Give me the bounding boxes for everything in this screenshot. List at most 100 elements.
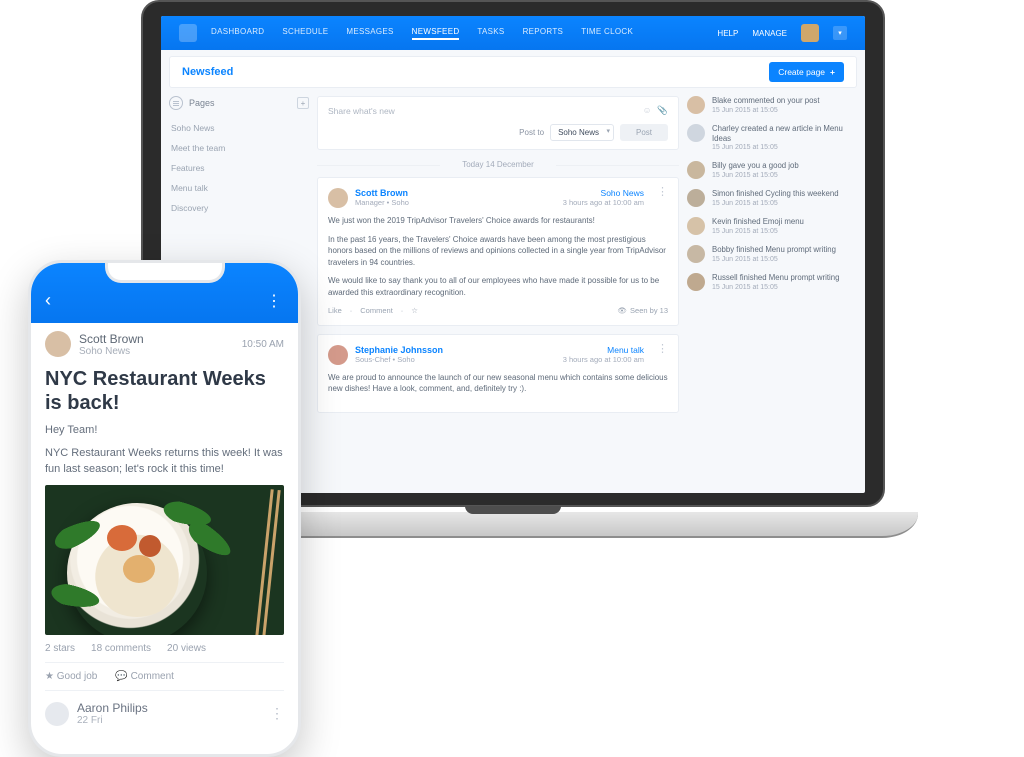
app-logo[interactable] xyxy=(179,24,197,42)
activity-time: 15 Jun 2015 at 15:05 xyxy=(712,172,799,179)
activity-time: 15 Jun 2015 at 15:05 xyxy=(712,107,819,114)
page-title: Newsfeed xyxy=(182,66,233,78)
author-role: Sous-Chef • Soho xyxy=(355,355,443,364)
post-page-link[interactable]: Menu talk xyxy=(563,345,644,355)
comment-button[interactable]: Comment xyxy=(360,306,393,315)
post-paragraph: NYC Restaurant Weeks returns this week! … xyxy=(45,446,284,477)
author-name[interactable]: Scott Brown xyxy=(79,332,144,346)
post-paragraph: In the past 16 years, the Travelers' Cho… xyxy=(328,234,668,269)
sidebar-item-menu-talk[interactable]: Menu talk xyxy=(169,178,309,198)
compose-box: Share what's new ☺ 📎 Post to Soho News P… xyxy=(317,96,679,150)
activity-item[interactable]: Bobby finished Menu prompt writing15 Jun… xyxy=(687,245,857,263)
activity-item[interactable]: Charley created a new article in Menu Id… xyxy=(687,124,857,151)
good-job-button[interactable]: ★ Good job xyxy=(45,671,97,682)
nav-items: DASHBOARD SCHEDULE MESSAGES NEWSFEED TAS… xyxy=(211,27,633,40)
activity-text: Blake commented on your post xyxy=(712,96,819,106)
like-button[interactable]: Like xyxy=(328,306,342,315)
nav-messages[interactable]: MESSAGES xyxy=(346,27,393,40)
compose-input[interactable]: Share what's new xyxy=(328,106,395,116)
nav-manage[interactable]: MANAGE xyxy=(752,29,787,38)
author-page: Soho News xyxy=(79,346,144,357)
activity-item[interactable]: Billy gave you a good job15 Jun 2015 at … xyxy=(687,161,857,179)
author-name[interactable]: Scott Brown xyxy=(355,188,409,198)
pages-label: Pages xyxy=(189,98,215,108)
feed-post: Scott Brown Manager • Soho Soho News 3 h… xyxy=(317,177,679,326)
mobile-menu-icon[interactable]: ⋮ xyxy=(266,291,284,311)
sidebar-item-meet-the-team[interactable]: Meet the team xyxy=(169,138,309,158)
date-separator: Today 14 December xyxy=(317,160,679,169)
comments-count[interactable]: 18 comments xyxy=(91,643,151,654)
phone-notch xyxy=(105,263,225,283)
author-avatar[interactable] xyxy=(328,188,348,208)
activity-text: Simon finished Cycling this weekend xyxy=(712,189,839,199)
activity-item[interactable]: Kevin finished Emoji menu15 Jun 2015 at … xyxy=(687,217,857,235)
nav-newsfeed[interactable]: NEWSFEED xyxy=(412,27,460,40)
activity-text: Billy gave you a good job xyxy=(712,161,799,171)
activity-item[interactable]: Blake commented on your post15 Jun 2015 … xyxy=(687,96,857,114)
sidebar-item-discovery[interactable]: Discovery xyxy=(169,198,309,218)
nav-schedule[interactable]: SCHEDULE xyxy=(282,27,328,40)
post-to-label: Post to xyxy=(519,128,544,137)
create-page-button[interactable]: Create page + xyxy=(769,62,844,82)
nav-tasks[interactable]: TASKS xyxy=(477,27,504,40)
create-page-label: Create page xyxy=(778,67,825,77)
item-menu-icon[interactable]: ⋮ xyxy=(270,705,284,722)
post-button[interactable]: Post xyxy=(620,124,668,141)
activity-text: Russell finished Menu prompt writing xyxy=(712,273,839,283)
stars-count[interactable]: 2 stars xyxy=(45,643,75,654)
post-time: 3 hours ago at 10:00 am xyxy=(563,198,644,207)
post-to-select[interactable]: Soho News xyxy=(550,124,614,141)
views-count: 20 views xyxy=(167,643,206,654)
back-icon[interactable]: ‹ xyxy=(45,290,51,311)
phone-mockup: ‹ ⋮ Scott Brown Soho News 10:50 AM NYC R… xyxy=(28,260,301,757)
pages-icon xyxy=(169,96,183,110)
page-header: Newsfeed Create page + xyxy=(169,56,857,88)
author-name[interactable]: Stephanie Johnsson xyxy=(355,345,443,355)
mobile-author-row: Scott Brown Soho News 10:50 AM xyxy=(45,331,284,357)
post-body: Hey Team! NYC Restaurant Weeks returns t… xyxy=(45,423,284,477)
activity-text: Charley created a new article in Menu Id… xyxy=(712,124,857,143)
user-menu-toggle[interactable]: ▾ xyxy=(833,26,847,40)
post-paragraph: We would like to say thank you to all of… xyxy=(328,275,668,298)
post-body: We are proud to announce the launch of o… xyxy=(328,372,668,395)
activity-time: 15 Jun 2015 at 15:05 xyxy=(712,200,839,207)
activity-time: 15 Jun 2015 at 15:05 xyxy=(712,256,836,263)
top-nav: DASHBOARD SCHEDULE MESSAGES NEWSFEED TAS… xyxy=(161,16,865,50)
post-image[interactable] xyxy=(45,485,284,635)
list-item[interactable]: Aaron Philips 22 Fri ⋮ xyxy=(45,691,284,726)
activity-item[interactable]: Russell finished Menu prompt writing15 J… xyxy=(687,273,857,291)
nav-dashboard[interactable]: DASHBOARD xyxy=(211,27,264,40)
activity-time: 15 Jun 2015 at 15:05 xyxy=(712,284,839,291)
post-title: NYC Restaurant Weeks is back! xyxy=(45,367,284,415)
post-menu-icon[interactable]: ⋮ xyxy=(657,188,668,196)
author-avatar[interactable] xyxy=(45,331,71,357)
author-role: Manager • Soho xyxy=(355,198,409,207)
activity-item[interactable]: Simon finished Cycling this weekend15 Ju… xyxy=(687,189,857,207)
emoji-icon[interactable]: ☺ xyxy=(643,105,652,116)
user-avatar[interactable] xyxy=(801,24,819,42)
post-actions: ★ Good job 💬 Comment xyxy=(45,662,284,691)
post-page-link[interactable]: Soho News xyxy=(563,188,644,198)
author-avatar[interactable] xyxy=(328,345,348,365)
author-avatar xyxy=(45,702,69,726)
sidebar-item-features[interactable]: Features xyxy=(169,158,309,178)
attachment-icon[interactable]: 📎 xyxy=(657,105,668,116)
author-name: Aaron Philips xyxy=(77,701,148,715)
star-icon[interactable]: ☆ xyxy=(411,306,418,315)
post-paragraph: We are proud to announce the launch of o… xyxy=(328,372,668,395)
seen-count: Seen by 13 xyxy=(630,306,668,315)
activity-text: Kevin finished Emoji menu xyxy=(712,217,804,227)
add-page-button[interactable]: + xyxy=(297,97,309,109)
sidebar-item-soho-news[interactable]: Soho News xyxy=(169,118,309,138)
nav-help[interactable]: HELP xyxy=(717,29,738,38)
nav-reports[interactable]: REPORTS xyxy=(523,27,564,40)
nav-right: HELP MANAGE ▾ xyxy=(717,24,847,42)
plus-icon: + xyxy=(830,67,835,77)
comment-button[interactable]: 💬 Comment xyxy=(115,671,174,682)
feed: Share what's new ☺ 📎 Post to Soho News P… xyxy=(317,96,679,493)
activity-feed: Blake commented on your post15 Jun 2015 … xyxy=(687,96,857,493)
post-paragraph: We just won the 2019 TripAdvisor Travele… xyxy=(328,215,668,227)
seen-by[interactable]: 👁 Seen by 13 xyxy=(618,306,668,315)
post-menu-icon[interactable]: ⋮ xyxy=(657,345,668,353)
nav-timeclock[interactable]: TIME CLOCK xyxy=(581,27,633,40)
